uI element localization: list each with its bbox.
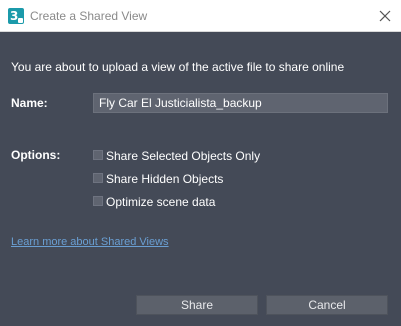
option-label: Share Hidden Objects <box>106 172 224 186</box>
intro-text: You are about to upload a view of the ac… <box>11 60 345 74</box>
share-selected-objects-checkbox[interactable] <box>93 150 103 160</box>
share-hidden-objects-checkbox[interactable] <box>93 173 103 183</box>
learn-more-link[interactable]: Learn more about Shared Views <box>11 236 169 248</box>
window-title: Create a Shared View <box>30 9 148 23</box>
close-icon <box>379 10 391 22</box>
option-label: Share Selected Objects Only <box>106 149 261 163</box>
name-label: Name: <box>11 96 48 110</box>
app-icon: 3 <box>8 8 24 24</box>
optimize-scene-data-checkbox[interactable] <box>93 196 103 206</box>
share-button[interactable]: Share <box>136 295 258 315</box>
options-label: Options: <box>11 148 61 162</box>
close-button[interactable] <box>369 0 401 32</box>
cancel-button[interactable]: Cancel <box>266 295 388 315</box>
title-bar: 3 Create a Shared View <box>0 0 401 32</box>
app-icon-badge <box>18 18 23 23</box>
name-input[interactable] <box>93 93 388 113</box>
option-label: Optimize scene data <box>106 195 216 209</box>
